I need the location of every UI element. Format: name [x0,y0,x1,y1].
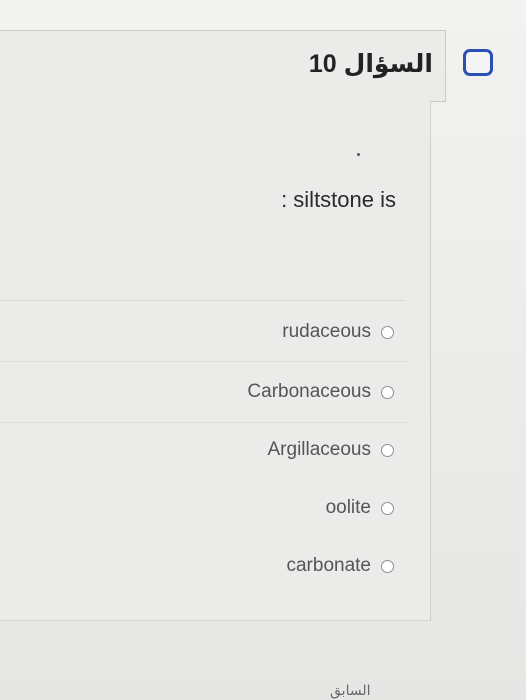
option-label: Argillaceous [267,439,372,460]
option-divider [0,361,410,362]
option-label: carbonate [286,555,371,576]
option-carbonaceous[interactable]: Carbonaceous [247,379,394,405]
option-label: rudaceous [282,321,371,342]
question-text: : siltstone is [281,187,396,212]
radio-empty-icon[interactable] [381,443,394,457]
option-divider [0,422,410,423]
question-title: السؤال 10 [308,50,433,78]
flag-question-icon[interactable] [463,49,493,76]
option-carbonate[interactable]: carbonate [286,553,394,579]
option-rudaceous[interactable]: rudaceous [282,319,394,345]
previous-link[interactable]: السابق [330,682,370,699]
option-label: oolite [325,497,371,518]
separator [0,300,405,301]
dot-mark [357,153,360,156]
question-header: السؤال 10 [0,30,446,102]
quiz-page: السؤال 10 : siltstone is rudaceous Carbo… [0,0,526,700]
radio-empty-icon[interactable] [381,501,394,515]
option-oolite[interactable]: oolite [326,495,394,521]
option-argillaceous[interactable]: Argillaceous [267,437,394,463]
radio-empty-icon[interactable] [381,559,394,573]
question-content: : siltstone is rudaceous Carbonaceous Ar… [0,101,431,621]
radio-empty-icon[interactable] [381,385,394,399]
option-label: Carbonaceous [247,381,371,402]
radio-empty-icon[interactable] [381,325,394,339]
